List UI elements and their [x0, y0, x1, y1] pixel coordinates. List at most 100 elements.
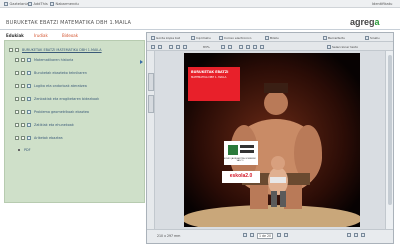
- document-icon: [27, 135, 31, 140]
- checkbox-icon[interactable]: [21, 84, 25, 88]
- viewer-status-bar: 210 x 297 mm 1 de 20: [147, 229, 393, 243]
- expand-toggle-icon[interactable]: [15, 136, 19, 140]
- header: BURUKETAK EBATZI MATEMATIKA DBH 1.MAILA …: [0, 8, 400, 30]
- checkbox-icon[interactable]: [21, 136, 25, 140]
- eskola-logo: eskola2.0: [229, 173, 253, 179]
- mail-icon: [219, 35, 223, 40]
- checkbox-icon[interactable]: [15, 48, 19, 52]
- single-page-icon[interactable]: [347, 233, 351, 238]
- print-button[interactable]: Inprimatu: [191, 35, 211, 40]
- gov-logo-label: EUSKO JAURLARITZA GOBIERNO VASCO: [223, 158, 257, 162]
- zoom-icon[interactable]: [183, 44, 187, 49]
- fit-page-icon[interactable]: [239, 44, 243, 49]
- search-button[interactable]: Bilatu: [265, 35, 279, 40]
- addthis-link[interactable]: AddThis: [28, 1, 48, 6]
- expand-toggle-icon[interactable]: [15, 110, 19, 114]
- select-tool-icon[interactable]: [176, 44, 180, 49]
- selected-arrow-icon: [140, 60, 143, 64]
- search-icon: [265, 35, 269, 40]
- prev-page-icon[interactable]: [151, 44, 155, 49]
- document-page: BURUKETAK EBATZI MATEMATIKA DBH 1. MAILA…: [182, 53, 362, 233]
- highlight-icon: [50, 1, 54, 6]
- expand-toggle-icon[interactable]: [15, 58, 19, 62]
- next-page-status-icon[interactable]: [277, 233, 281, 238]
- review-icon: [323, 35, 327, 40]
- viewer-side-tabs: [147, 51, 155, 229]
- expand-toggle-icon[interactable]: [15, 123, 19, 127]
- share-icon: [28, 1, 32, 6]
- expand-toggle-icon[interactable]: [15, 71, 19, 75]
- tree-root[interactable]: BURUKETAK EBATZI MATEMATIKA DBH 1.MAILA: [5, 47, 145, 54]
- prev-page-status-icon[interactable]: [250, 233, 254, 238]
- tree-item[interactable]: Ariketak ebaztea: [5, 135, 145, 142]
- tab-irudiak[interactable]: Irudiak: [34, 33, 48, 38]
- two-page-icon[interactable]: [361, 233, 365, 238]
- viewer-toolbar-secondary: 83% Seleccionar texto: [147, 42, 393, 51]
- tree-item[interactable]: Matematikaren historia: [5, 57, 145, 64]
- document-page-image: [182, 53, 362, 233]
- document-icon: [27, 83, 31, 88]
- page-indicator[interactable]: 1 de 20: [257, 233, 273, 239]
- tree-item[interactable]: Zenbakiak eta eragiketaren bidezkoak: [5, 96, 145, 103]
- continuous-page-icon[interactable]: [354, 233, 358, 238]
- last-page-icon[interactable]: [284, 233, 288, 238]
- next-page-icon[interactable]: [158, 44, 162, 49]
- print-icon: [191, 35, 195, 40]
- tree-item[interactable]: Zatikiak eta ehunekoak: [5, 122, 145, 129]
- page-size-label: 210 x 297 mm: [157, 234, 181, 238]
- email-button[interactable]: Correo electronico: [219, 35, 252, 40]
- tree-item[interactable]: Logika eta ondorioak ateratzea: [5, 83, 145, 90]
- checkbox-icon[interactable]: [21, 71, 25, 75]
- agrega-logo[interactable]: agrega: [350, 17, 380, 27]
- zoom-in-icon[interactable]: [228, 44, 232, 49]
- bullet-icon: [18, 149, 20, 151]
- save-copy-button[interactable]: Gorde kopia bat: [151, 35, 180, 40]
- document-icon: [27, 57, 31, 62]
- checkbox-icon[interactable]: [21, 58, 25, 62]
- side-tab-bookmarks[interactable]: [148, 95, 154, 113]
- expand-toggle-icon[interactable]: [15, 97, 19, 101]
- tab-bideoak[interactable]: Bideoak: [62, 33, 78, 38]
- document-icon: [27, 70, 31, 75]
- globe-icon: [4, 1, 8, 6]
- nav-icon[interactable]: [260, 44, 264, 49]
- vertical-scrollbar[interactable]: [385, 51, 393, 229]
- cover-subtitle: MATEMATIKA DBH 1. MAILA: [191, 76, 227, 79]
- zoom-out-icon[interactable]: [221, 44, 225, 49]
- cursor-icon: [327, 44, 331, 49]
- review-button[interactable]: Berraztertu: [323, 35, 345, 40]
- document-icon: [27, 109, 31, 114]
- top-bar: Gaztelania AddThis Nabarmendu Identifika…: [0, 0, 400, 8]
- highlight-link[interactable]: Nabarmendu: [50, 1, 79, 6]
- hand-tool-icon[interactable]: [169, 44, 173, 49]
- fit-width-icon[interactable]: [246, 44, 250, 49]
- login-link[interactable]: Identifikatu: [372, 2, 392, 6]
- sign-button[interactable]: Sinatu: [365, 35, 380, 40]
- side-tab-pages[interactable]: [148, 73, 154, 91]
- viewer-toolbar: Gorde kopia bat Inprimatu Correo electro…: [147, 33, 393, 42]
- scrollbar-thumb[interactable]: [387, 55, 392, 205]
- first-page-icon[interactable]: [243, 233, 247, 238]
- content-tabs: Edukiak Irudiak Bideoak: [4, 31, 144, 39]
- select-text-tool[interactable]: Seleccionar texto: [327, 44, 358, 49]
- save-icon: [151, 35, 155, 40]
- language-link[interactable]: Gaztelania: [4, 1, 29, 6]
- tree-item[interactable]: Buruketak ebazteko teknikaren: [5, 70, 145, 77]
- pen-icon: [365, 35, 369, 40]
- tree-item-pdf[interactable]: PDF: [5, 147, 145, 154]
- cover-title: BURUKETAK EBATZI: [191, 70, 229, 74]
- expand-toggle-icon[interactable]: [15, 84, 19, 88]
- document-icon: [27, 96, 31, 101]
- checkbox-icon[interactable]: [21, 123, 25, 127]
- tree-item[interactable]: Problema geometrikoak ebaztea: [5, 109, 145, 116]
- content-tree-panel: BURUKETAK EBATZI MATEMATIKA DBH 1.MAILA …: [4, 40, 145, 203]
- tab-edukiak[interactable]: Edukiak: [6, 33, 24, 38]
- zoom-level[interactable]: 83%: [203, 45, 210, 49]
- page-title: BURUKETAK EBATZI MATEMATIKA DBH 1.MAILA: [6, 20, 132, 26]
- collapse-toggle-icon[interactable]: [9, 48, 13, 52]
- document-icon: [27, 122, 31, 127]
- checkbox-icon[interactable]: [21, 110, 25, 114]
- checkbox-icon[interactable]: [21, 97, 25, 101]
- pdf-viewer: Gorde kopia bat Inprimatu Correo electro…: [146, 32, 394, 244]
- rotate-icon[interactable]: [253, 44, 257, 49]
